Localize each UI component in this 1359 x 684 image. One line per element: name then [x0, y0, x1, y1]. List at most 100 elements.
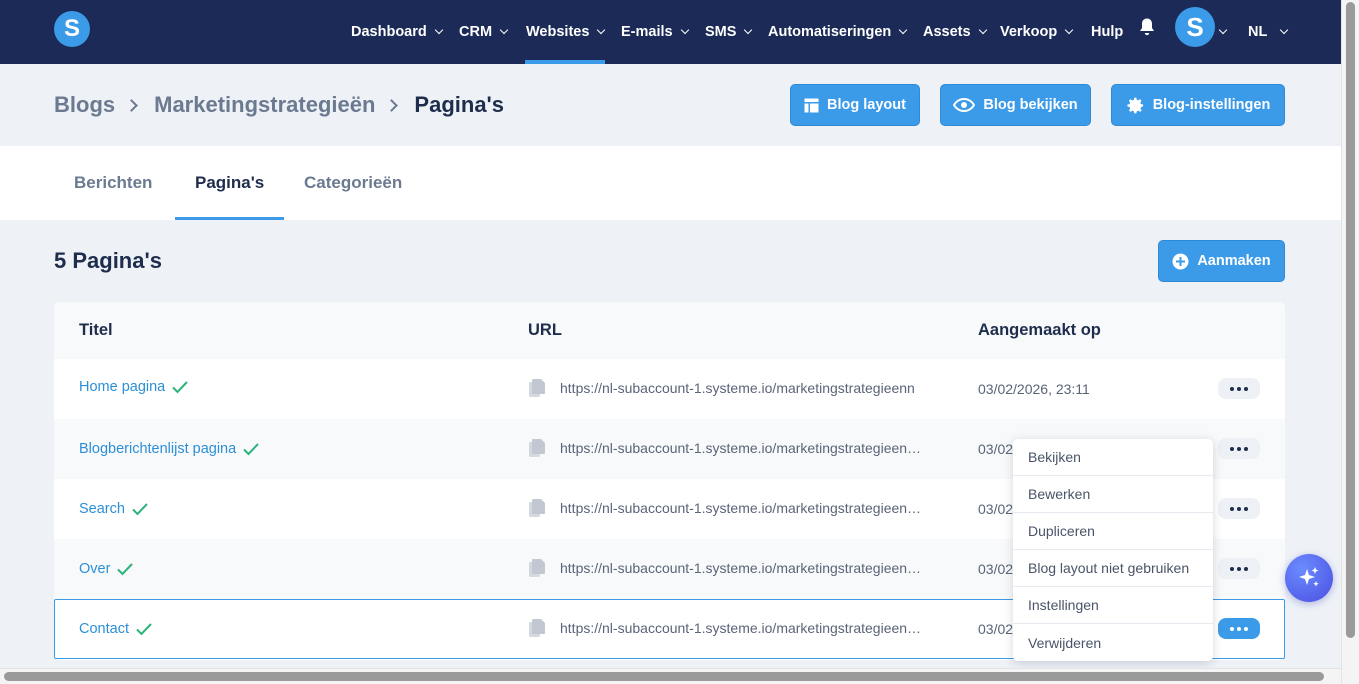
- page-title: Blogberichtenlijst pagina: [79, 441, 237, 457]
- nav-item-emails[interactable]: E-mails: [621, 0, 689, 64]
- nav-item-websites[interactable]: Websites: [526, 0, 606, 64]
- ai-assistant-button[interactable]: [1285, 554, 1333, 602]
- vertical-scrollbar[interactable]: [1341, 0, 1359, 684]
- nav-label: Assets: [923, 24, 971, 40]
- plus-circle-icon: [1172, 253, 1189, 269]
- page-title-link[interactable]: Home pagina: [79, 357, 189, 417]
- copy-icon[interactable]: [528, 618, 546, 638]
- column-title: Titel: [79, 321, 113, 339]
- nav-item-help[interactable]: Hulp: [1091, 0, 1123, 64]
- button-label: Blog-instellingen: [1152, 97, 1271, 113]
- chevron-right-icon: [125, 98, 138, 112]
- chevron-down-icon: [1218, 25, 1228, 35]
- page-created: 03/02/2026, 23:11: [978, 381, 1090, 397]
- page-url-cell: https://nl-subaccount-1.systeme.io/marke…: [528, 479, 940, 537]
- chevron-down-icon: [744, 25, 753, 35]
- blog-settings-button[interactable]: Blog-instellingen: [1111, 84, 1285, 126]
- page-title-link[interactable]: Over: [79, 539, 134, 599]
- page-url-cell: https://nl-subaccount-1.systeme.io/marke…: [528, 359, 940, 417]
- page-url-cell: https://nl-subaccount-1.systeme.io/marke…: [528, 599, 940, 657]
- check-icon: [172, 381, 188, 394]
- chevron-right-icon: [385, 98, 399, 112]
- button-label: Aanmaken: [1197, 253, 1271, 269]
- row-actions-button[interactable]: [1218, 438, 1260, 459]
- check-icon: [117, 563, 134, 576]
- language-selector[interactable]: NL: [1248, 0, 1289, 64]
- bell-icon[interactable]: [1138, 17, 1156, 37]
- page-title: Search: [79, 501, 125, 517]
- tab-label: Berichten: [74, 173, 153, 192]
- nav-item-automations[interactable]: Automatiseringen: [768, 0, 908, 64]
- nav-item-sms[interactable]: SMS: [705, 0, 753, 64]
- row-actions-button[interactable]: [1218, 618, 1260, 639]
- page-created: 03/02: [978, 561, 1014, 577]
- table-row: Home pagina https://nl-subaccount-1.syst…: [54, 359, 1285, 419]
- chevron-down-icon: [680, 25, 689, 35]
- page-url-cell: https://nl-subaccount-1.systeme.io/marke…: [528, 539, 940, 597]
- breadcrumb: Blogs Marketingstrategieën Pagina's: [54, 90, 504, 120]
- page-title-link[interactable]: Contact: [79, 599, 153, 659]
- page-title: Home pagina: [79, 379, 166, 395]
- breadcrumb-current: Pagina's: [414, 92, 505, 117]
- nav-label: Automatiseringen: [768, 24, 892, 40]
- horizontal-scroll-thumb[interactable]: [4, 672, 1324, 681]
- app-logo[interactable]: S: [54, 11, 90, 47]
- tab-posts[interactable]: Berichten: [74, 146, 152, 220]
- copy-icon[interactable]: [528, 438, 546, 458]
- page-created: 03/02: [978, 621, 1014, 637]
- language-label: NL: [1248, 24, 1268, 40]
- nav-item-sales[interactable]: Verkoop: [1000, 0, 1074, 64]
- page-url: https://nl-subaccount-1.systeme.io/marke…: [560, 620, 922, 636]
- menu-item-edit[interactable]: Bewerken: [1013, 476, 1213, 513]
- nav-label: Hulp: [1091, 24, 1124, 40]
- horizontal-scrollbar[interactable]: [0, 668, 1341, 684]
- chevron-down-icon: [597, 25, 606, 35]
- breadcrumb-blog[interactable]: Marketingstrategieën: [154, 92, 375, 118]
- chevron-down-icon: [1064, 25, 1074, 35]
- blog-layout-button[interactable]: Blog layout: [790, 84, 920, 126]
- page-title-link[interactable]: Search: [79, 479, 149, 539]
- nav-item-dashboard[interactable]: Dashboard: [351, 0, 443, 64]
- copy-icon[interactable]: [528, 498, 546, 518]
- menu-item-delete[interactable]: Verwijderen: [1013, 624, 1213, 661]
- page-url-cell: https://nl-subaccount-1.systeme.io/marke…: [528, 419, 940, 477]
- menu-item-duplicate[interactable]: Dupliceren: [1013, 513, 1213, 550]
- tab-label: Categorieën: [304, 173, 403, 192]
- row-actions-menu: Bekijken Bewerken Dupliceren Blog layout…: [1013, 439, 1213, 661]
- check-icon: [136, 623, 152, 636]
- chevron-down-icon: [1280, 25, 1289, 35]
- page-url: https://nl-subaccount-1.systeme.io/marke…: [560, 380, 915, 396]
- nav-item-crm[interactable]: CRM: [459, 0, 509, 64]
- nav-label: Websites: [526, 24, 590, 40]
- tab-bar: Berichten Pagina's Categorieën: [0, 146, 1341, 220]
- pages-count: 5 Pagina's: [54, 248, 162, 273]
- create-page-button[interactable]: Aanmaken: [1158, 240, 1285, 282]
- tab-categories[interactable]: Categorieën: [304, 146, 402, 220]
- menu-item-view[interactable]: Bekijken: [1013, 439, 1213, 476]
- vertical-scroll-thumb[interactable]: [1346, 2, 1355, 638]
- row-actions-button[interactable]: [1218, 558, 1260, 579]
- top-navigation: S Dashboard CRM Websites E-mails SMS Aut…: [0, 0, 1341, 64]
- nav-label: E-mails: [621, 24, 673, 40]
- table-header: Titel URL Aangemaakt op: [54, 302, 1285, 359]
- copy-icon[interactable]: [528, 558, 546, 578]
- view-blog-button[interactable]: Blog bekijken: [940, 84, 1091, 126]
- active-tab-indicator: [175, 217, 284, 220]
- user-menu-toggle[interactable]: [1218, 0, 1228, 64]
- row-actions-button[interactable]: [1218, 498, 1260, 519]
- menu-item-settings[interactable]: Instellingen: [1013, 587, 1213, 624]
- copy-icon[interactable]: [528, 378, 546, 398]
- column-created: Aangemaakt op: [978, 321, 1101, 339]
- nav-label: Dashboard: [351, 24, 427, 40]
- nav-item-assets[interactable]: Assets: [923, 0, 987, 64]
- user-avatar[interactable]: S: [1175, 7, 1215, 47]
- logo-letter: S: [63, 15, 80, 42]
- breadcrumb-blogs[interactable]: Blogs: [54, 92, 115, 118]
- menu-item-disable-layout[interactable]: Blog layout niet gebruiken: [1013, 550, 1213, 587]
- page-title: Over: [79, 561, 111, 577]
- page-title-link[interactable]: Blogberichtenlijst pagina: [79, 419, 260, 479]
- eye-icon: [953, 98, 976, 112]
- row-actions-button[interactable]: [1218, 378, 1260, 399]
- tab-pages[interactable]: Pagina's: [195, 146, 264, 220]
- chevron-down-icon: [978, 25, 987, 35]
